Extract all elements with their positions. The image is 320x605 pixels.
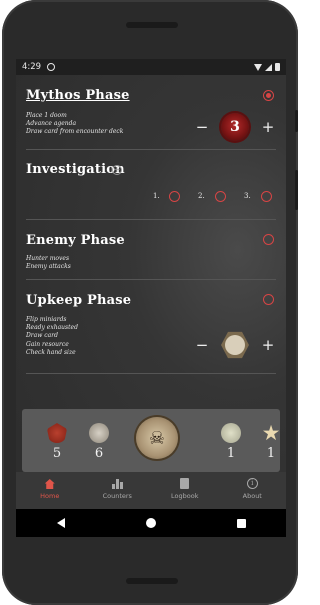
enemy-phase-radio[interactable] xyxy=(263,234,274,245)
upkeep-step: Ready exhausted xyxy=(26,324,78,332)
upkeep-steps: Flip miniards Ready exhausted Draw card … xyxy=(26,316,78,357)
mythos-phase-radio[interactable] xyxy=(263,90,274,101)
enemy-steps: Hunter moves Enemy attacks xyxy=(26,255,71,271)
clue-icon xyxy=(47,423,67,443)
enemy-step: Hunter moves xyxy=(26,255,70,262)
resource-token-icon xyxy=(221,331,249,359)
upkeep-phase-radio[interactable] xyxy=(263,294,274,305)
top-speaker xyxy=(126,22,178,28)
resource-increment-button[interactable]: + xyxy=(260,336,276,354)
upkeep-step: Draw card xyxy=(26,332,58,340)
enemy-phase-title[interactable]: Enemy Phase xyxy=(26,233,125,248)
resource-decrement-button[interactable]: − xyxy=(194,336,210,354)
mythos-phase-title[interactable]: Mythos Phase xyxy=(26,88,130,103)
mythos-step: Draw card from encounter deck xyxy=(26,128,124,136)
app-screen: 4:29 Mythos Phase Place 1 doom Advance a… xyxy=(16,59,286,537)
phone-frame: 4:29 Mythos Phase Place 1 doom Advance a… xyxy=(2,0,298,605)
bottom-speaker xyxy=(126,578,178,584)
bottom-navigation: Home Counters Logbook i About xyxy=(16,472,286,509)
investigation-title[interactable]: Investigation xyxy=(26,162,125,177)
action-radio-2[interactable] xyxy=(215,191,226,202)
resource-token-face xyxy=(225,335,245,355)
mythos-phase-section: Mythos Phase Place 1 doom Advance agenda… xyxy=(16,75,286,153)
clues-value: 5 xyxy=(52,446,62,461)
nav-logbook-label: Logbook xyxy=(171,492,199,500)
sync-icon xyxy=(47,63,56,71)
action-radio-3[interactable] xyxy=(261,191,272,202)
upkeep-phase-title[interactable]: Upkeep Phase xyxy=(26,293,131,308)
add-investigator-icon[interactable]: + xyxy=(112,165,122,175)
doom-decrement-button[interactable]: − xyxy=(194,118,210,136)
resource-stepper: − + xyxy=(194,331,276,359)
doom-value: 3 xyxy=(230,119,240,135)
nav-counters-label: Counters xyxy=(102,492,132,500)
elder-sign-icon xyxy=(221,423,241,443)
action-label-1: 1. xyxy=(153,192,160,200)
victory-counter[interactable]: ★ 1 xyxy=(256,421,286,462)
mythos-steps: Place 1 doom Advance agenda Draw card fr… xyxy=(26,112,123,137)
action-label-3: 3. xyxy=(244,192,251,200)
system-home-icon[interactable] xyxy=(145,518,156,528)
power-button xyxy=(295,170,298,210)
doom-token-icon: 3 xyxy=(221,113,249,141)
upkeep-phase-section: Upkeep Phase Flip miniards Ready exhaust… xyxy=(16,279,286,374)
victory-value: 1 xyxy=(266,446,276,461)
star-icon: ★ xyxy=(261,421,281,445)
doom-total-value: 6 xyxy=(94,446,104,461)
enemy-step: Enemy attacks xyxy=(26,263,71,271)
action-label-2: 2. xyxy=(198,192,205,200)
book-icon xyxy=(180,478,190,489)
nav-counters[interactable]: Counters xyxy=(84,472,152,509)
doom-counter[interactable]: 6 xyxy=(84,423,114,461)
divider xyxy=(26,149,276,150)
nav-about-label: About xyxy=(242,492,262,500)
mythos-step: Place 1 doom xyxy=(26,112,67,119)
back-icon[interactable] xyxy=(56,518,65,528)
resource-panel: 5 6 ☠ 1 ★ 1 xyxy=(22,409,280,472)
nav-home[interactable]: Home xyxy=(16,472,84,509)
recents-icon[interactable] xyxy=(236,518,246,528)
signal-icon xyxy=(265,63,272,71)
upkeep-step: Flip miniards xyxy=(26,316,67,323)
doom-token-icon xyxy=(89,423,109,443)
home-icon xyxy=(44,479,55,489)
nav-logbook[interactable]: Logbook xyxy=(151,472,219,509)
upkeep-step: Gain resource xyxy=(26,340,69,348)
elder-sign-counter[interactable]: 1 xyxy=(216,423,246,461)
volume-button xyxy=(295,110,298,132)
system-navigation-bar xyxy=(16,509,286,537)
status-bar: 4:29 xyxy=(16,59,286,75)
nav-home-label: Home xyxy=(40,492,60,500)
divider xyxy=(26,373,276,374)
enemy-phase-section: Enemy Phase Hunter moves Enemy attacks xyxy=(16,219,286,280)
action-radio-1[interactable] xyxy=(169,191,180,202)
status-time: 4:29 xyxy=(22,62,42,72)
battery-icon xyxy=(275,63,280,71)
mythos-step: Advance agenda xyxy=(26,120,77,128)
skull-token-button[interactable]: ☠ xyxy=(136,417,178,459)
nav-about[interactable]: i About xyxy=(219,472,287,509)
doom-increment-button[interactable]: + xyxy=(260,118,276,136)
clues-counter[interactable]: 5 xyxy=(42,423,72,461)
bar-chart-icon xyxy=(112,479,123,489)
doom-stepper: − 3 + xyxy=(194,113,276,141)
info-icon: i xyxy=(246,478,258,489)
upkeep-step: Check hand size xyxy=(26,348,76,356)
elder-sign-value: 1 xyxy=(226,446,236,461)
skull-icon: ☠ xyxy=(148,427,166,449)
wifi-icon xyxy=(254,63,262,71)
investigation-phase-section: Investigation + 1. 2. 3. xyxy=(16,153,286,220)
